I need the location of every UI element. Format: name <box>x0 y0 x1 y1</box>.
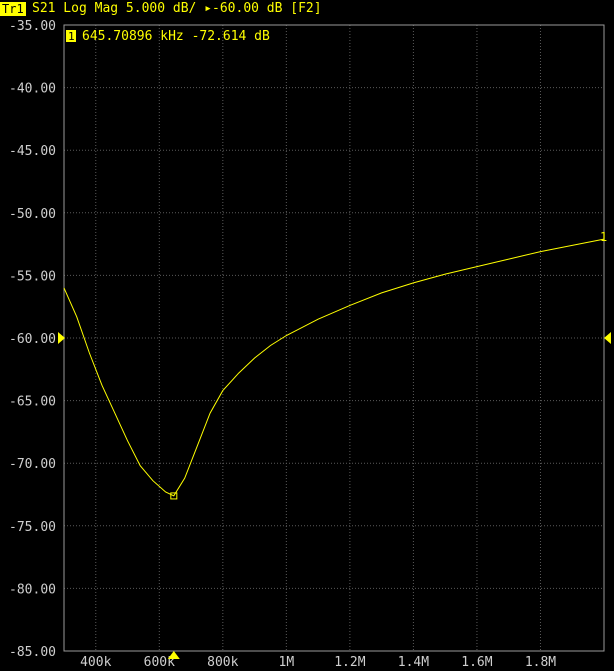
x-tick-label: 800k <box>207 655 238 670</box>
x-axis-ticks: 400k 600k 800k 1M 1.2M 1.4M 1.6M 1.8M <box>80 655 556 670</box>
y-axis-ticks: -35.00 -40.00 -45.00 -50.00 -55.00 -60.00 -65.… <box>9 19 56 660</box>
y-tick-label: -75.00 <box>9 520 56 535</box>
y-tick-label: -50.00 <box>9 207 56 222</box>
y-tick-label: -70.00 <box>9 457 56 472</box>
y-tick-label: -65.00 <box>9 395 56 410</box>
x-tick-label: 1.4M <box>398 655 429 670</box>
y-tick-label: -85.00 <box>9 645 56 660</box>
marker-number: 1 <box>68 30 75 43</box>
trace-settings-text: S21 Log Mag 5.000 dB/ ▸-60.00 dB [F2] <box>32 1 322 16</box>
x-tick-label: 1.8M <box>525 655 556 670</box>
x-tick-label: 1M <box>279 655 295 670</box>
y-tick-label: -40.00 <box>9 82 56 97</box>
y-tick-label: -60.00 <box>9 332 56 347</box>
x-tick-label: 400k <box>80 655 111 670</box>
reference-level-right-arrow <box>604 332 611 344</box>
trace-plot: -35.00 -40.00 -45.00 -50.00 -55.00 -60.00 -65.… <box>9 19 611 670</box>
y-tick-label: -55.00 <box>9 269 56 284</box>
grid <box>64 24 604 652</box>
y-tick-label: -80.00 <box>9 582 56 597</box>
marker-readout: 645.70896 kHz -72.614 dB <box>82 29 270 44</box>
trace-line-s21 <box>63 238 605 497</box>
x-tick-label: 1.2M <box>334 655 365 670</box>
y-tick-label: -45.00 <box>9 144 56 159</box>
trace-header: Tr1 S21 Log Mag 5.000 dB/ ▸-60.00 dB [F2… <box>0 0 614 18</box>
y-tick-label: -35.00 <box>9 19 56 34</box>
trace-tag[interactable]: Tr1 <box>0 2 26 16</box>
trace-end-label: 1 <box>600 230 607 244</box>
x-tick-label: 1.6M <box>461 655 492 670</box>
